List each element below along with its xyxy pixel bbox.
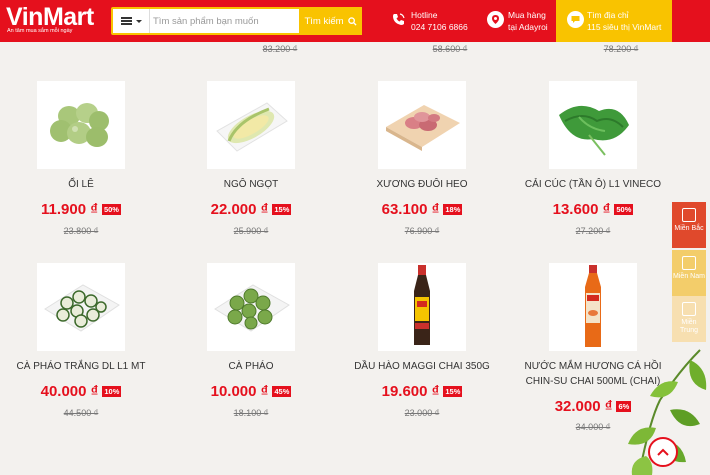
top-old-price-3: 78.200 ₫ xyxy=(603,44,639,54)
product-price: 13.600 ₫ xyxy=(552,201,611,218)
discount-badge: 45% xyxy=(272,386,292,397)
product-price: 19.600 ₫ xyxy=(381,383,440,400)
product-price: 22.000 ₫ xyxy=(210,201,269,218)
hotline-number: 024 7106 6866 xyxy=(411,22,468,32)
product-image-corn[interactable] xyxy=(207,81,295,169)
scroll-to-top-button[interactable] xyxy=(648,437,678,467)
product-name[interactable]: NGÔ NGỌT xyxy=(171,178,331,193)
location-pin-icon xyxy=(487,11,504,28)
adayroi-line1: Mua hàng xyxy=(508,10,546,20)
product-image-chrysanthemum-greens[interactable] xyxy=(549,81,637,169)
region-label: Miền Bắc xyxy=(674,225,704,232)
store-locator[interactable]: Tìm địa chỉ 115 siêu thị VinMart xyxy=(556,0,672,42)
product-image-maggi-oyster-sauce[interactable] xyxy=(378,263,466,351)
product-price: 11.900 ₫ xyxy=(41,201,98,218)
discount-badge: 10% xyxy=(102,386,122,397)
old-price: 44.500 ₫ xyxy=(63,408,99,418)
search-button[interactable]: Tìm kiếm xyxy=(299,7,362,35)
chevron-down-icon xyxy=(135,19,142,23)
product-price: 32.000 ₫ xyxy=(554,398,613,415)
region-central-button[interactable]: Miền Trung xyxy=(672,296,706,342)
old-price: 18.100 ₫ xyxy=(233,408,269,418)
top-old-price-1: 83.200 ₫ xyxy=(262,44,298,54)
chat-bubble-icon xyxy=(567,11,584,28)
building-icon xyxy=(682,208,696,222)
product-name[interactable]: DẦU HÀO MAGGI CHAI 350G xyxy=(342,360,502,375)
hamburger-icon xyxy=(120,17,132,25)
region-label: Miền Nam xyxy=(673,273,705,280)
category-menu-button[interactable] xyxy=(113,9,150,33)
search-button-label: Tìm kiếm xyxy=(304,15,344,27)
product-image-chinsu-fish-sauce[interactable] xyxy=(549,263,637,351)
old-price: 25.900 ₫ xyxy=(233,226,269,236)
product-price: 63.100 ₫ xyxy=(381,201,440,218)
old-price: 27.200 ₫ xyxy=(575,226,611,236)
chevron-up-icon xyxy=(657,448,669,456)
product-name[interactable]: CẢI CÚC (TẦN Ô) L1 VINECO xyxy=(513,178,673,193)
site-header: VinMart An tâm mua sắm mỗi ngày Tìm kiếm… xyxy=(0,0,710,42)
adayroi-link[interactable]: Mua hàng tại Adayroi xyxy=(485,0,555,42)
region-north-button[interactable]: Miền Bắc xyxy=(672,202,706,248)
discount-badge: 15% xyxy=(272,204,292,215)
product-price: 10.000 ₫ xyxy=(210,383,269,400)
old-price: 76.900 ₫ xyxy=(404,226,440,236)
search-input[interactable] xyxy=(153,9,301,33)
search-bar: Tìm kiếm xyxy=(111,7,362,35)
building-icon xyxy=(682,256,696,270)
product-image-eggplant[interactable] xyxy=(207,263,295,351)
product-image-guava[interactable] xyxy=(37,81,125,169)
product-price: 40.000 ₫ xyxy=(40,383,99,400)
top-old-price-2: 58.600 ₫ xyxy=(432,44,468,54)
logo-tagline: An tâm mua sắm mỗi ngày xyxy=(7,28,73,34)
logo-text: VinMart xyxy=(6,3,94,31)
discount-badge: 50% xyxy=(101,204,121,215)
discount-badge: 50% xyxy=(614,204,634,215)
product-name[interactable]: CÀ PHÁO TRẮNG DL L1 MT xyxy=(1,360,161,375)
product-name[interactable]: ỔI LÊ xyxy=(1,178,161,193)
building-icon xyxy=(682,302,696,316)
vinmart-logo[interactable]: VinMart An tâm mua sắm mỗi ngày xyxy=(6,3,106,39)
store-line2: 115 siêu thị VinMart xyxy=(587,22,662,32)
discount-badge: 18% xyxy=(443,204,463,215)
old-price: 23.000 ₫ xyxy=(404,408,440,418)
region-label: Miền Trung xyxy=(679,319,699,334)
adayroi-line2: tại Adayroi xyxy=(508,22,548,32)
search-icon xyxy=(347,16,357,26)
product-image-pork-tail[interactable] xyxy=(378,81,466,169)
store-line1: Tìm địa chỉ xyxy=(587,10,629,20)
product-image-white-eggplant[interactable] xyxy=(37,263,125,351)
region-south-button[interactable]: Miền Nam xyxy=(672,250,706,296)
discount-badge: 15% xyxy=(443,386,463,397)
product-name[interactable]: XƯƠNG ĐUÔI HEO xyxy=(342,178,502,193)
product-name[interactable]: CÀ PHÁO xyxy=(171,360,331,375)
phone-icon xyxy=(390,11,407,28)
hotline[interactable]: Hotline 024 7106 6866 xyxy=(388,0,478,42)
hotline-label: Hotline xyxy=(411,10,438,20)
old-price: 23.800 ₫ xyxy=(63,226,99,236)
